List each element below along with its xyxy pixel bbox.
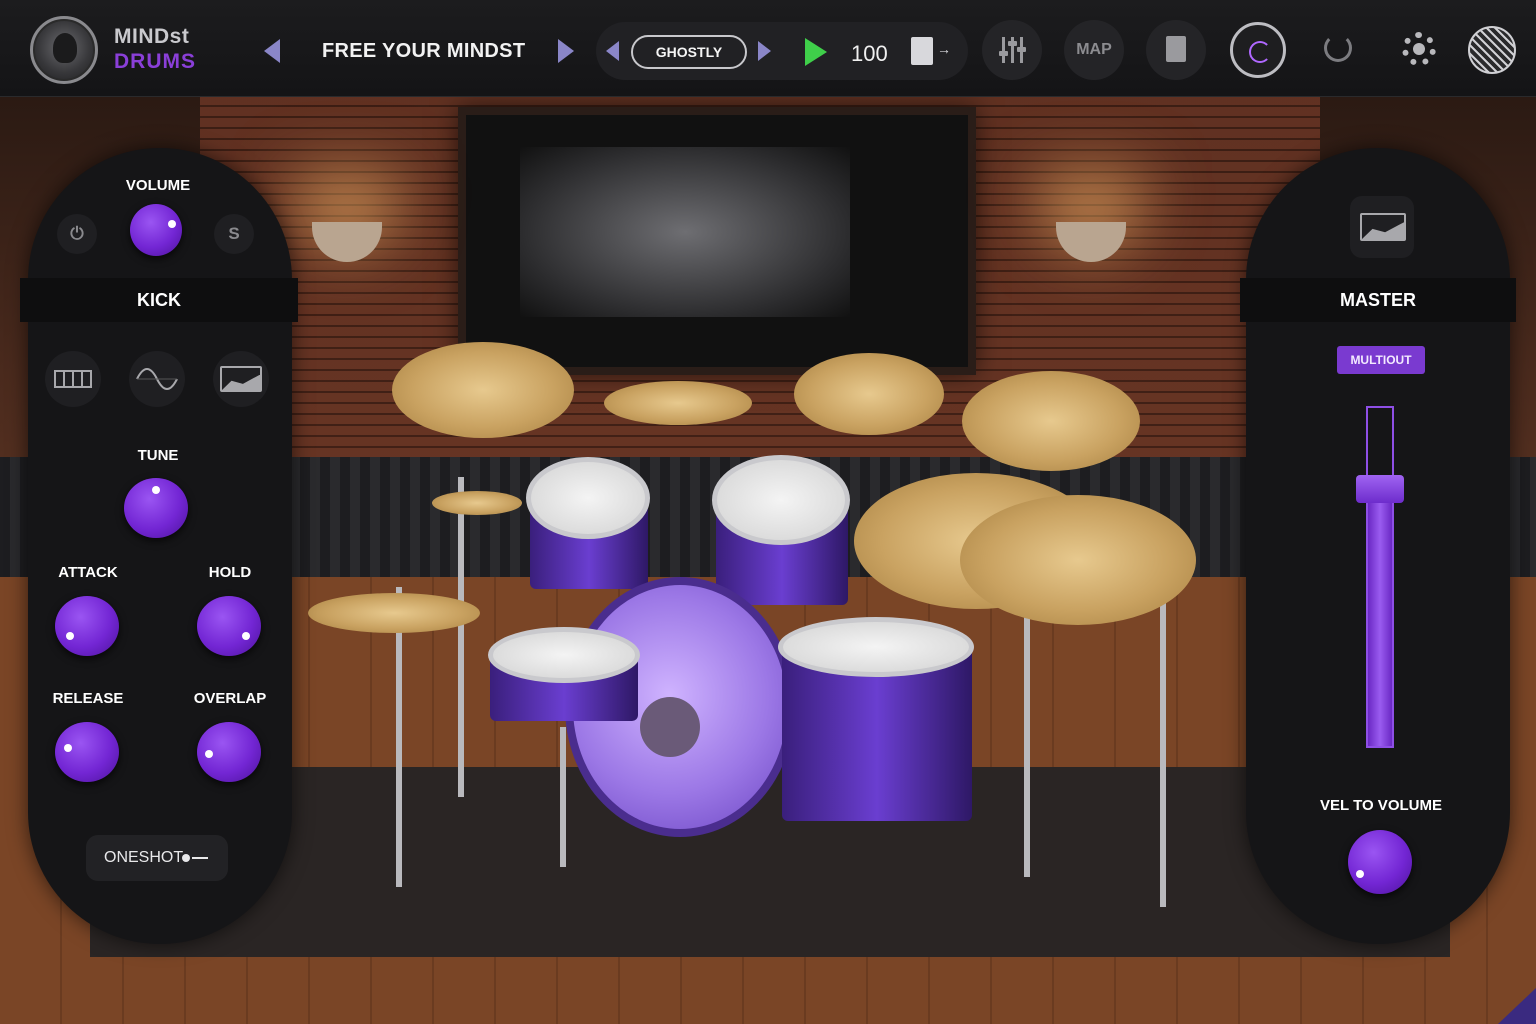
logo-icon: [30, 16, 98, 84]
instrument-panel: [28, 148, 292, 944]
master-fader-handle[interactable]: [1356, 475, 1404, 503]
prev-pattern-icon[interactable]: [606, 41, 619, 61]
master-graph-button[interactable]: [1350, 196, 1414, 258]
tom-1[interactable]: [526, 457, 650, 539]
file-button[interactable]: [1146, 20, 1206, 80]
hihat-cymbal[interactable]: [308, 593, 480, 633]
kick-port: [640, 697, 700, 757]
document-icon: [1166, 36, 1186, 62]
preset-name[interactable]: FREE YOUR MINDST: [322, 40, 525, 63]
china-cymbal[interactable]: [794, 353, 944, 435]
attack-label: ATTACK: [58, 564, 118, 581]
tempo-value[interactable]: 100: [851, 41, 888, 67]
logo-line-1: MINDst: [114, 25, 190, 48]
knob-indicator: [1356, 870, 1364, 878]
overlap-label: OVERLAP: [193, 690, 267, 707]
knob-indicator: [205, 750, 213, 758]
map-button[interactable]: MAP: [1064, 20, 1124, 80]
oneshot-label: ONESHOT: [104, 849, 184, 866]
sine-wave-icon: [136, 368, 178, 390]
power-button[interactable]: ⏻: [57, 214, 97, 254]
power-icon: ⏻: [70, 224, 84, 243]
envelope-graph-icon: [220, 366, 262, 392]
release-knob[interactable]: [55, 722, 119, 782]
oneshot-icon: [180, 850, 210, 866]
floor-tom[interactable]: [778, 617, 974, 677]
brand-emblem-icon[interactable]: [1468, 26, 1516, 74]
knob-indicator: [152, 486, 160, 494]
tune-knob[interactable]: [124, 478, 188, 538]
tune-label: TUNE: [137, 447, 179, 464]
volume-knob[interactable]: [130, 204, 182, 256]
redo-icon[interactable]: [1324, 34, 1352, 62]
play-icon[interactable]: [805, 38, 827, 66]
fx-cymbal[interactable]: [962, 371, 1140, 471]
top-toolbar: MINDst DRUMS FREE YOUR MINDST GHOSTLY 10…: [0, 0, 1536, 97]
knob-indicator: [242, 632, 250, 640]
next-preset-icon[interactable]: [558, 39, 574, 63]
splash-cymbal[interactable]: [604, 381, 752, 425]
crash-cymbal-left[interactable]: [392, 342, 574, 438]
hold-label: HOLD: [208, 564, 252, 581]
hold-knob[interactable]: [197, 596, 261, 656]
knob-indicator: [66, 632, 74, 640]
undo-icon[interactable]: [1230, 22, 1286, 78]
snare-stand: [560, 727, 566, 867]
keyboard-button[interactable]: [45, 351, 101, 407]
release-label: RELEASE: [52, 690, 124, 707]
vel-to-volume-knob[interactable]: [1348, 830, 1412, 894]
solo-button[interactable]: S: [214, 214, 254, 254]
tom-2[interactable]: [712, 455, 850, 545]
knob-indicator: [64, 744, 72, 752]
envelope-graph-icon: [1360, 213, 1406, 241]
cymbal-stand-right: [1024, 617, 1030, 877]
cymbal-stand-far-right: [1160, 567, 1166, 907]
wave-button[interactable]: [129, 351, 185, 407]
cymbal-stand-left: [458, 477, 464, 797]
overlap-knob[interactable]: [197, 722, 261, 782]
envelope-button[interactable]: [213, 351, 269, 407]
master-fader-fill: [1368, 489, 1392, 746]
piano-keys-icon: [54, 370, 92, 388]
master-title: MASTER: [1240, 278, 1516, 322]
instrument-name: KICK: [20, 278, 298, 322]
gear-icon[interactable]: [1402, 32, 1436, 66]
prev-preset-icon[interactable]: [264, 39, 280, 63]
export-midi-icon[interactable]: [911, 37, 951, 65]
logo-line-2: DRUMS: [114, 50, 196, 73]
attack-knob[interactable]: [55, 596, 119, 656]
vel-to-volume-label: VEL TO VOLUME: [1320, 797, 1442, 814]
mixer-button[interactable]: [982, 20, 1042, 80]
snare-drum[interactable]: [488, 627, 640, 683]
mixer-icon: [999, 37, 1026, 63]
volume-label: VOLUME: [125, 177, 191, 194]
knob-indicator: [168, 220, 176, 228]
screen-glow: [520, 147, 850, 317]
next-pattern-icon[interactable]: [758, 41, 771, 61]
ride-cymbal[interactable]: [960, 495, 1196, 625]
multiout-button[interactable]: MULTIOUT: [1337, 346, 1425, 374]
small-splash-cymbal[interactable]: [432, 491, 522, 515]
pattern-selector[interactable]: GHOSTLY: [631, 35, 747, 69]
app-logo: MINDst DRUMS: [114, 24, 196, 74]
